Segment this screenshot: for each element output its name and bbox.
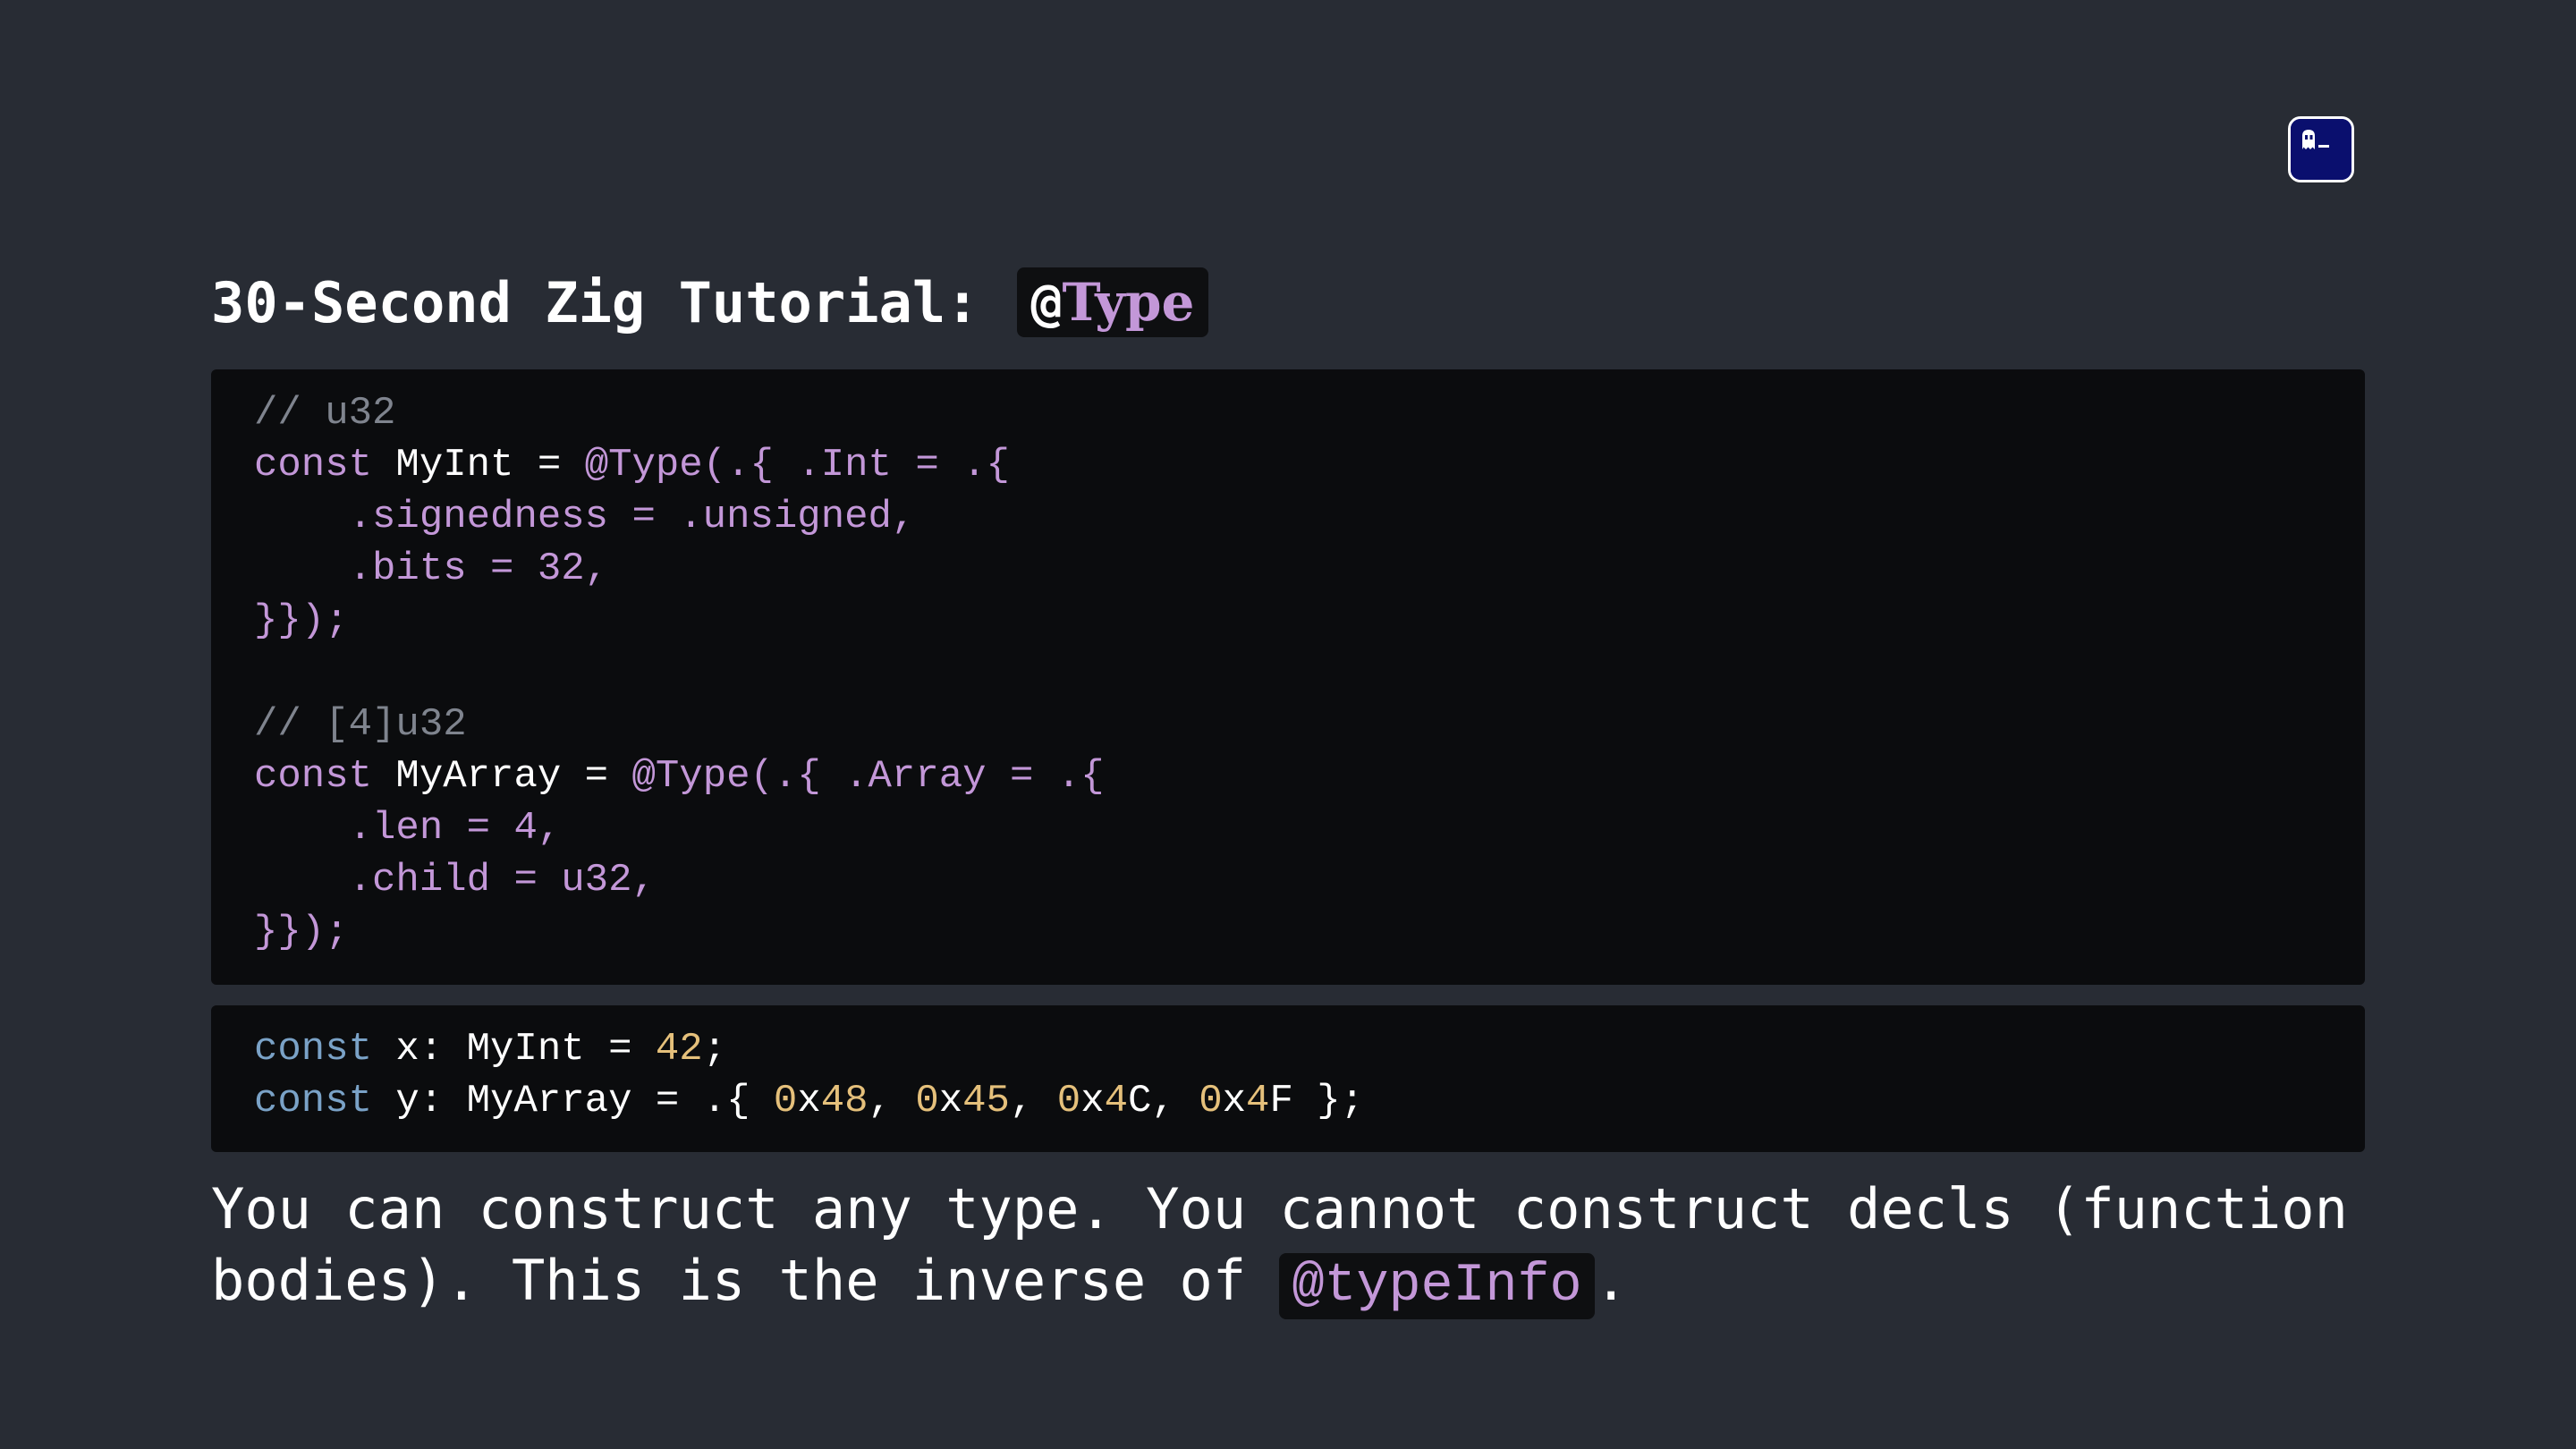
code-line: const x: MyInt = 42; [254,1027,727,1072]
inline-code-typeinfo: @typeInfo [1279,1253,1595,1319]
code-line: const MyArray = @Type(.{ .Array = .{ [254,754,1105,799]
code-line: }}); [254,910,349,954]
code-line: // [4]u32 [254,702,467,747]
code-line: const y: MyArray = .{ 0x48, 0x45, 0x4C, … [254,1079,1365,1123]
explanation-text: You can construct any type. You cannot c… [211,1174,2385,1319]
title-code-badge: @Type [1016,267,1209,337]
slide-title: 30-Second Zig Tutorial: @Type [211,265,1209,340]
code-line: const MyInt = @Type(.{ .Int = .{ [254,443,1010,487]
terminal-ghost-icon[interactable] [2288,116,2354,182]
code-line: .child = u32, [254,858,656,902]
code-line: .len = 4, [254,806,562,851]
code-line: // u32 [254,391,396,436]
ghost-glyph [2291,119,2351,180]
usage-code-block: const x: MyInt = 42; const y: MyArray = … [211,1005,2365,1152]
title-text: 30-Second Zig Tutorial: [211,269,979,335]
code-line: .bits = 32, [254,547,609,591]
code-line: .signedness = .unsigned, [254,495,916,539]
code-line: }}); [254,598,349,643]
type-definition-code-block: // u32 const MyInt = @Type(.{ .Int = .{ … [211,369,2365,985]
